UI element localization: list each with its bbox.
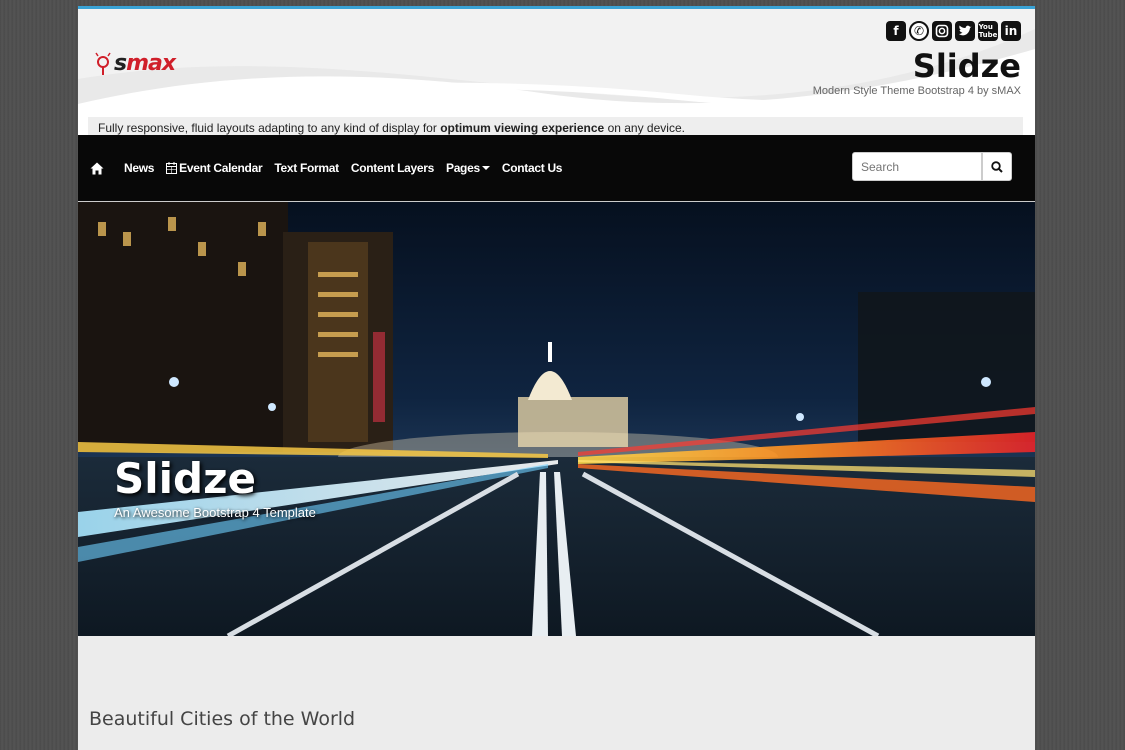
page: smax f ✆ You Tube in Slidze Modern Style … bbox=[78, 6, 1035, 750]
nav-item-event-calendar[interactable]: Event Calendar bbox=[166, 161, 263, 175]
hero-city-night-image bbox=[78, 202, 1035, 636]
social-links: f ✆ You Tube in bbox=[886, 21, 1021, 41]
twitter-icon[interactable] bbox=[955, 21, 975, 41]
instagram-icon[interactable] bbox=[932, 21, 952, 41]
calendar-icon bbox=[166, 162, 178, 174]
nav-item-event-calendar-label: Event Calendar bbox=[179, 161, 263, 175]
main-content: Beautiful Cities of the World bbox=[78, 636, 1035, 750]
nav-item-pages[interactable]: Pages bbox=[446, 161, 490, 175]
nav-menu: News Event Calendar Text Format Content … bbox=[90, 135, 574, 201]
nav-home[interactable] bbox=[90, 162, 104, 175]
facebook-icon[interactable]: f bbox=[886, 21, 906, 41]
search-icon bbox=[991, 160, 1003, 173]
search-button[interactable] bbox=[982, 152, 1012, 181]
tagline: Fully responsive, fluid layouts adapting… bbox=[88, 117, 1023, 135]
nav-item-contact-us[interactable]: Contact Us bbox=[502, 161, 563, 175]
search-form bbox=[852, 152, 1012, 181]
hero-title: Slidze bbox=[114, 454, 257, 503]
site-subtitle: Modern Style Theme Bootstrap 4 by sMAX bbox=[812, 85, 1021, 97]
hero-subtitle: An Awesome Bootstrap 4 Template bbox=[114, 505, 316, 520]
hero-slider[interactable]: Slidze An Awesome Bootstrap 4 Template bbox=[78, 202, 1035, 636]
logo-text: smax bbox=[114, 51, 176, 76]
nav-item-news[interactable]: News bbox=[124, 161, 154, 175]
home-icon bbox=[90, 162, 104, 174]
youtube-icon[interactable]: You Tube bbox=[978, 21, 998, 41]
section-heading: Beautiful Cities of the World bbox=[89, 708, 356, 730]
whatsapp-icon[interactable]: ✆ bbox=[909, 21, 929, 41]
site-logo[interactable]: smax bbox=[94, 51, 176, 76]
linkedin-icon[interactable]: in bbox=[1001, 21, 1021, 41]
search-input[interactable] bbox=[852, 152, 982, 181]
site-header: smax f ✆ You Tube in Slidze Modern Style … bbox=[78, 9, 1035, 135]
nav-item-text-format[interactable]: Text Format bbox=[274, 161, 339, 175]
nav-item-pages-label: Pages bbox=[445, 161, 480, 175]
main-navbar: News Event Calendar Text Format Content … bbox=[78, 135, 1035, 202]
logo-mark-icon bbox=[95, 52, 111, 75]
site-title[interactable]: Slidze bbox=[913, 47, 1021, 85]
hero-caption: Slidze An Awesome Bootstrap 4 Template bbox=[114, 454, 316, 520]
chevron-down-icon bbox=[481, 166, 490, 170]
nav-item-content-layers[interactable]: Content Layers bbox=[351, 161, 434, 175]
